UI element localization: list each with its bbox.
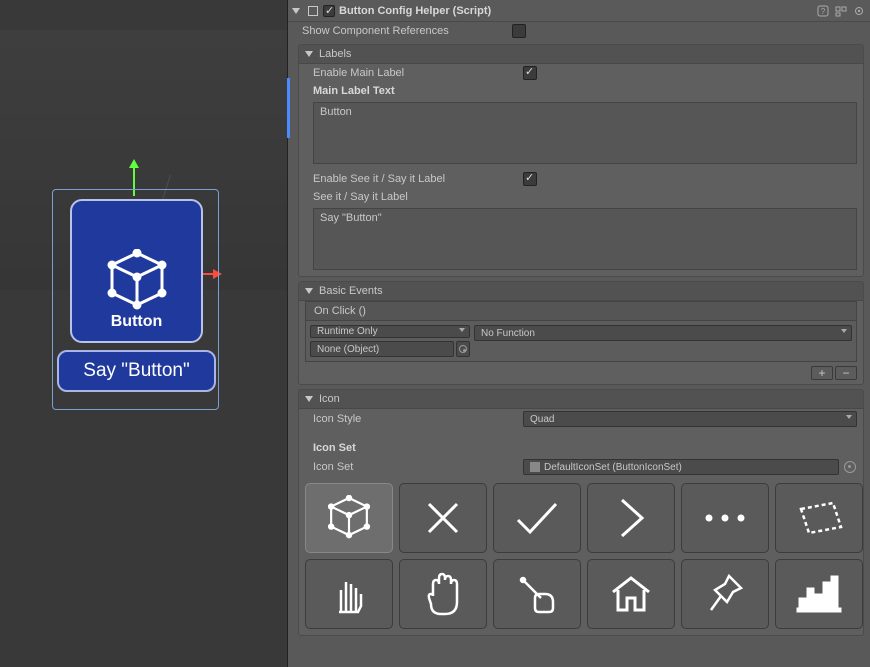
- icon-check[interactable]: [493, 483, 581, 553]
- icon-style-dropdown[interactable]: Quad: [523, 411, 857, 427]
- component-title: Button Config Helper (Script): [339, 5, 812, 17]
- component-header[interactable]: Button Config Helper (Script) ?: [288, 0, 870, 22]
- icon-tap[interactable]: [493, 559, 581, 629]
- arrow-down-icon[interactable]: [292, 8, 300, 14]
- icon-chevron-right[interactable]: [587, 483, 675, 553]
- icon-set-field[interactable]: DefaultIconSet (ButtonIconSet): [523, 459, 839, 475]
- main-label-text-value: Button: [320, 106, 352, 118]
- labels-header-text: Labels: [319, 48, 351, 60]
- icon-bar-chart[interactable]: [775, 559, 863, 629]
- icon-dashed-panel[interactable]: [775, 483, 863, 553]
- prefab-override-indicator: [287, 78, 290, 138]
- selection-bounds[interactable]: Button Say "Button": [52, 189, 219, 410]
- show-references-row: Show Component References: [288, 22, 870, 40]
- function-dropdown[interactable]: No Function: [474, 325, 852, 341]
- icon-pin[interactable]: [681, 559, 769, 629]
- hand-stop-icon: [423, 572, 463, 616]
- bar-chart-icon: [796, 575, 842, 613]
- preset-icon[interactable]: [834, 4, 848, 18]
- chevron-right-icon: [614, 496, 648, 540]
- icon-style-label: Icon Style: [313, 413, 523, 425]
- icon-header[interactable]: Icon: [299, 390, 863, 409]
- inspector-panel: Button Config Helper (Script) ? Show Com…: [287, 0, 870, 667]
- main-label-text-field[interactable]: Button: [313, 102, 857, 164]
- see-it-field[interactable]: Say "Button": [313, 208, 857, 270]
- script-icon: [306, 4, 319, 17]
- tap-icon: [515, 572, 559, 616]
- add-event-button[interactable]: +: [811, 366, 833, 380]
- see-it-label: See it / Say it Label: [313, 191, 408, 203]
- basic-events-section: Basic Events On Click () Runtime Only No…: [298, 281, 864, 385]
- object-picker-icon: [844, 461, 856, 473]
- cross-icon: [423, 498, 463, 538]
- help-icon[interactable]: ?: [816, 4, 830, 18]
- show-references-label: Show Component References: [302, 25, 512, 37]
- scriptable-object-icon: [530, 462, 540, 472]
- main-label-text-header: Main Label Text: [313, 85, 395, 97]
- arrow-down-icon: [305, 396, 313, 402]
- icon-set-value: DefaultIconSet (ButtonIconSet): [544, 462, 682, 473]
- object-field[interactable]: None (Object): [310, 341, 454, 357]
- no-function-value: No Function: [481, 328, 535, 339]
- enable-main-checkbox[interactable]: [523, 66, 537, 80]
- gear-icon[interactable]: [852, 4, 866, 18]
- cube-wireframe-icon: [324, 495, 374, 541]
- icon-section: Icon Icon Style Quad Icon Set Icon Set D…: [298, 389, 864, 636]
- icon-hand-gesture[interactable]: [305, 559, 393, 629]
- hand-gesture-icon: [331, 572, 367, 616]
- labels-section: Labels Enable Main Label Main Label Text…: [298, 44, 864, 277]
- cube-wireframe-icon: [102, 249, 172, 313]
- event-add-remove: + −: [299, 362, 863, 382]
- icon-header-text: Icon: [319, 393, 340, 405]
- object-picker-button[interactable]: [456, 341, 470, 357]
- labels-header[interactable]: Labels: [299, 45, 863, 64]
- see-it-value: Say "Button": [320, 212, 382, 224]
- enable-main-label: Enable Main Label: [313, 67, 523, 79]
- button-3d-preview[interactable]: Button: [70, 199, 203, 343]
- onclick-event: On Click () Runtime Only None (Object): [305, 301, 857, 362]
- icon-ellipsis[interactable]: [681, 483, 769, 553]
- arrow-down-icon: [305, 288, 313, 294]
- icon-grid: [299, 477, 863, 635]
- object-picker-icon: [459, 345, 467, 353]
- enable-see-label: Enable See it / Say it Label: [313, 173, 523, 185]
- ellipsis-icon: [702, 511, 748, 525]
- basic-events-header-text: Basic Events: [319, 285, 383, 297]
- remove-event-button[interactable]: −: [835, 366, 857, 380]
- runtime-value: Runtime Only: [317, 326, 378, 337]
- pin-icon: [705, 572, 745, 616]
- icon-cross[interactable]: [399, 483, 487, 553]
- say-it-label-preview[interactable]: Say "Button": [57, 350, 216, 392]
- button-preview-label: Button: [111, 313, 163, 331]
- scene-view[interactable]: Button Say "Button": [0, 0, 287, 667]
- object-value: None (Object): [317, 344, 379, 355]
- icon-hand-stop[interactable]: [399, 559, 487, 629]
- component-enabled-checkbox[interactable]: [323, 5, 335, 17]
- icon-home[interactable]: [587, 559, 675, 629]
- icon-style-value: Quad: [530, 414, 554, 425]
- check-icon: [514, 498, 560, 538]
- svg-text:?: ?: [821, 7, 826, 16]
- home-icon: [609, 574, 653, 614]
- icon-cube-wireframe[interactable]: [305, 483, 393, 553]
- icon-set-header: Icon Set: [313, 442, 356, 454]
- enable-see-checkbox[interactable]: [523, 172, 537, 186]
- arrow-down-icon: [305, 51, 313, 57]
- basic-events-header[interactable]: Basic Events: [299, 282, 863, 301]
- runtime-dropdown[interactable]: Runtime Only: [310, 325, 470, 338]
- icon-set-label: Icon Set: [313, 461, 523, 473]
- onclick-label: On Click (): [305, 301, 857, 320]
- icon-set-picker[interactable]: [843, 461, 857, 473]
- show-references-checkbox[interactable]: [512, 24, 526, 38]
- dashed-panel-icon: [795, 499, 843, 537]
